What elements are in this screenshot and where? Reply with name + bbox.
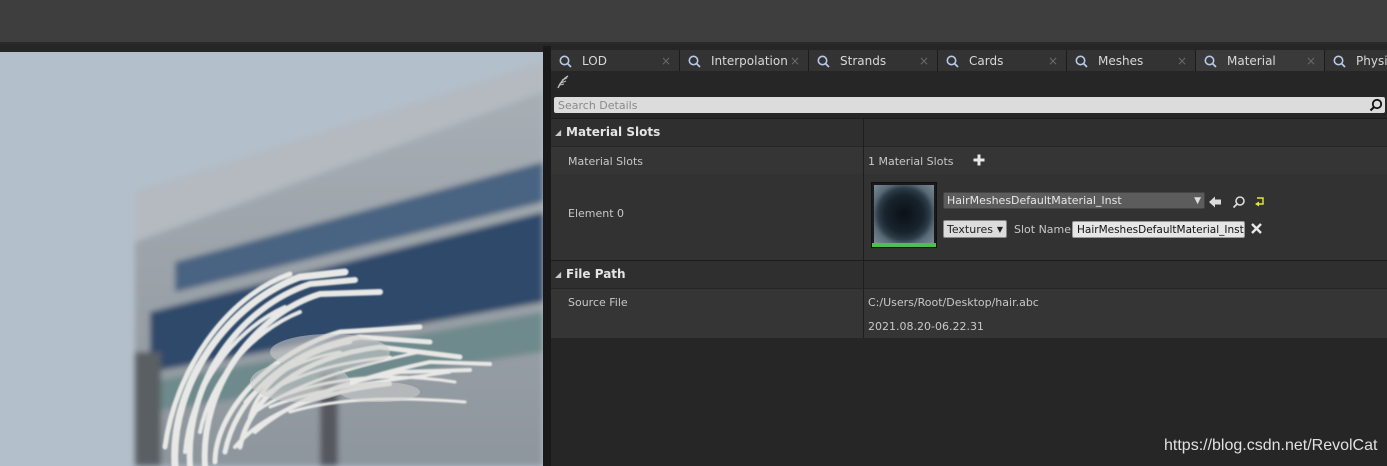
details-icon — [1204, 55, 1217, 68]
tab-label: Strands — [840, 54, 887, 68]
textures-label: Textures — [947, 223, 993, 236]
property-row-material-slots: Material Slots 1 Material Slots — [551, 147, 1387, 174]
reset-to-default-icon[interactable] — [1254, 195, 1268, 209]
source-file-path: C:/Users/Root/Desktop/hair.abc — [868, 296, 1039, 309]
property-label: Element 0 — [568, 207, 625, 220]
watermark: https://blog.csdn.net/RevolCat — [1164, 437, 1378, 454]
close-icon[interactable]: × — [1048, 54, 1058, 68]
category-label: File Path — [566, 267, 626, 281]
close-icon[interactable]: × — [1177, 54, 1187, 68]
column-separator — [863, 261, 864, 289]
tab-cards[interactable]: Cards × — [938, 50, 1066, 71]
expand-arrow-icon[interactable]: ◢ — [555, 270, 561, 279]
material-preview — [874, 185, 934, 243]
close-icon[interactable]: × — [790, 54, 800, 68]
material-asset-picker[interactable]: HairMeshesDefaultMaterial_Inst ▼ — [943, 192, 1205, 209]
tab-label: Interpolation — [711, 54, 788, 68]
close-icon[interactable]: × — [661, 54, 671, 68]
toolbar — [0, 0, 1387, 44]
tab-label: Cards — [969, 54, 1004, 68]
tab-label: LOD — [582, 54, 607, 68]
hair-asset-editor: LOD × Interpolation × Strands × Cards × … — [0, 0, 1387, 466]
slot-name-field — [1072, 221, 1245, 238]
chevron-down-icon: ▼ — [1194, 196, 1201, 206]
tab-material[interactable]: Material × — [1196, 50, 1324, 71]
slots-count: 1 Material Slots — [868, 155, 954, 168]
property-row-element-0: Element 0 HairMeshesDefaultMaterial_Inst… — [551, 174, 1387, 260]
tab-label: Material — [1227, 54, 1276, 68]
details-icon — [1333, 55, 1346, 68]
browse-search-icon[interactable] — [1232, 195, 1246, 209]
add-element-button[interactable] — [973, 154, 985, 166]
panel-splitter[interactable] — [543, 46, 551, 466]
search-input[interactable] — [558, 97, 1358, 113]
property-label: Source File — [568, 296, 628, 309]
slot-name-label: Slot Name — [1014, 223, 1072, 236]
chevron-down-icon: ▼ — [996, 225, 1003, 234]
column-separator — [863, 174, 864, 260]
details-icon — [1075, 55, 1088, 68]
textures-dropdown[interactable]: Textures ▼ — [943, 220, 1007, 238]
tab-label: Physic — [1356, 54, 1387, 68]
property-row-source-file: Source File C:/Users/Root/Desktop/hair.a… — [551, 289, 1387, 338]
tab-bar: LOD × Interpolation × Strands × Cards × … — [551, 50, 1387, 71]
tab-lod[interactable]: LOD × — [551, 50, 679, 71]
category-file-path[interactable]: ◢ File Path — [551, 260, 1387, 289]
close-icon[interactable]: × — [1306, 54, 1316, 68]
search-box — [554, 97, 1385, 113]
search-icon[interactable] — [1369, 98, 1383, 112]
details-panel: LOD × Interpolation × Strands × Cards × … — [551, 46, 1387, 466]
property-label: Material Slots — [568, 155, 643, 168]
details-icon — [688, 55, 701, 68]
column-separator — [863, 289, 864, 338]
expand-arrow-icon[interactable]: ◢ — [555, 128, 561, 137]
close-icon[interactable]: × — [919, 54, 929, 68]
property-matrix-icon[interactable] — [555, 74, 571, 90]
material-asset-name: HairMeshesDefaultMaterial_Inst — [947, 194, 1122, 207]
source-file-date: 2021.08.20-06.22.31 — [868, 320, 984, 333]
tab-physics[interactable]: Physic — [1325, 50, 1387, 71]
viewport[interactable] — [0, 52, 543, 466]
details-icon — [817, 55, 830, 68]
slot-name-input[interactable] — [1077, 222, 1245, 237]
use-selected-arrow-icon[interactable] — [1208, 195, 1222, 209]
category-material-slots[interactable]: ◢ Material Slots — [551, 118, 1387, 147]
column-separator — [863, 119, 864, 147]
details-icon — [946, 55, 959, 68]
remove-element-icon[interactable] — [1250, 222, 1263, 235]
viewport-scene — [0, 52, 543, 466]
details-icon — [559, 55, 572, 68]
material-thumbnail[interactable] — [871, 182, 937, 248]
tab-interpolation[interactable]: Interpolation × — [680, 50, 808, 71]
tab-label: Meshes — [1098, 54, 1144, 68]
asset-type-bar — [872, 243, 936, 247]
column-separator — [863, 147, 864, 174]
tab-meshes[interactable]: Meshes × — [1067, 50, 1195, 71]
tab-strands[interactable]: Strands × — [809, 50, 937, 71]
category-label: Material Slots — [566, 125, 661, 139]
